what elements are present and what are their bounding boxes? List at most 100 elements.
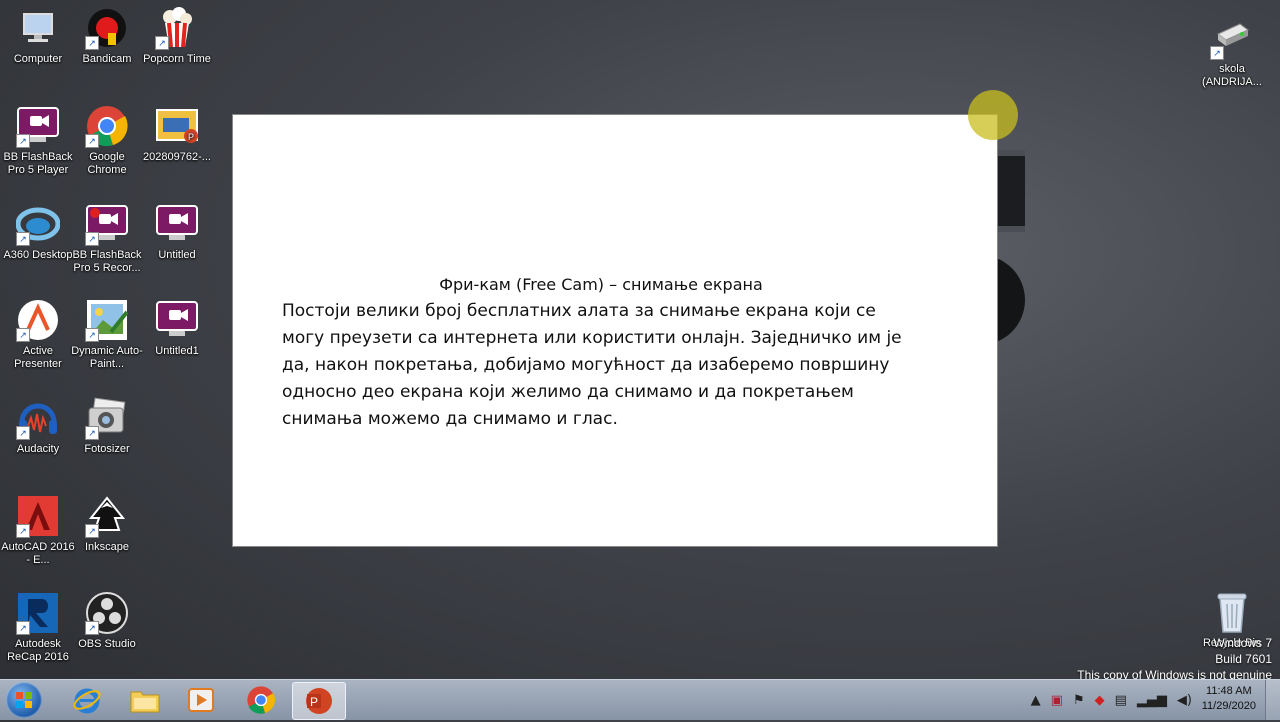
internet-explorer-icon	[73, 688, 101, 714]
icon-label: Dynamic Auto-Paint...	[71, 345, 143, 370]
shortcut-arrow-icon: ↗	[85, 134, 99, 148]
icon-label: Fotosizer	[84, 443, 130, 455]
system-tray: ▲ ▣ ⚑ ◆ ▤ ▂▄▆ ◀)	[1031, 686, 1192, 714]
watermark-build: Build 7601	[1215, 652, 1272, 666]
icon-label: Inkscape	[84, 541, 130, 553]
recap-icon: ↗	[16, 591, 60, 635]
desktop-icon-a360[interactable]: ↗ A360 Desktop	[0, 202, 76, 262]
icon-label: Untitled	[158, 249, 196, 261]
audacity-icon: ↗	[16, 396, 60, 440]
shortcut-arrow-icon: ↗	[1210, 46, 1224, 60]
svg-text:P: P	[188, 132, 194, 142]
icon-label: 202809762-...	[143, 151, 211, 163]
desktop-icon-flashback-player[interactable]: ↗ BB FlashBack Pro 5 Player	[0, 104, 76, 177]
chrome-icon: ↗	[85, 104, 129, 148]
computer-icon	[16, 6, 60, 50]
device-icon[interactable]: ▤	[1115, 693, 1127, 708]
windows-logo-icon	[16, 692, 32, 708]
network-drive-icon: ↗	[1210, 16, 1254, 60]
shortcut-arrow-icon: ↗	[85, 621, 99, 635]
icon-label: Computer	[13, 53, 63, 65]
flashback-file-icon	[155, 202, 199, 246]
presentation-slide[interactable]: Фри-кам (Free Cam) – снимање екрана Пост…	[232, 114, 998, 547]
shortcut-arrow-icon: ↗	[16, 524, 30, 538]
icon-label: A360 Desktop	[3, 249, 73, 261]
desktop-icon-active-presenter[interactable]: ↗ Active Presenter	[0, 298, 76, 371]
shortcut-arrow-icon: ↗	[85, 524, 99, 538]
taskbar-chrome[interactable]	[236, 682, 286, 718]
dynamic-autopainter-icon: ↗	[85, 298, 129, 342]
taskbar-file-explorer[interactable]	[120, 682, 170, 718]
popcorn-icon: ↗	[155, 6, 199, 50]
taskbar-powerpoint[interactable]: P	[292, 682, 346, 720]
desktop-icon-obs[interactable]: ↗ OBS Studio	[69, 591, 145, 651]
icon-label: BB FlashBack Pro 5 Recor...	[72, 249, 142, 274]
a360-icon: ↗	[16, 202, 60, 246]
flashback-player-icon: ↗	[16, 104, 60, 148]
taskbar-internet-explorer[interactable]	[62, 682, 112, 718]
shortcut-arrow-icon: ↗	[16, 426, 30, 440]
desktop-icon-autocad[interactable]: ↗ AutoCAD 2016 - E...	[0, 494, 76, 567]
antivirus-icon[interactable]: ◆	[1095, 693, 1105, 708]
svg-text:P: P	[310, 695, 318, 709]
desktop-icon-network-drive[interactable]: ↗ skola (ANDRIJA...	[1194, 16, 1270, 89]
start-button[interactable]	[6, 682, 42, 718]
fotosizer-icon: ↗	[85, 396, 129, 440]
desktop-icon-fotosizer[interactable]: ↗ Fotosizer	[69, 396, 145, 456]
slide-title: Фри-кам (Free Cam) – снимање екрана	[439, 275, 763, 294]
icon-label: Audacity	[16, 443, 60, 455]
taskbar-media-player[interactable]	[176, 682, 226, 718]
tray-app-icon[interactable]: ▣	[1051, 693, 1063, 708]
bandicam-icon: ↗	[85, 6, 129, 50]
desktop-icon-computer[interactable]: Computer	[0, 6, 76, 66]
icon-label: Untitled1	[155, 345, 199, 357]
desktop-icon-pptx-file[interactable]: P 202809762-...	[139, 104, 215, 164]
clock-date: 11/29/2020	[1201, 700, 1256, 712]
media-player-icon	[188, 688, 214, 712]
file-explorer-icon	[130, 691, 160, 713]
desktop-icon-audacity[interactable]: ↗ Audacity	[0, 396, 76, 456]
desktop-icon-google-chrome[interactable]: ↗ Google Chrome	[69, 104, 145, 177]
desktop-icon-untitled[interactable]: Untitled	[139, 202, 215, 262]
shortcut-arrow-icon: ↗	[16, 328, 30, 342]
network-icon[interactable]: ▂▄▆	[1137, 693, 1167, 708]
shortcut-arrow-icon: ↗	[16, 134, 30, 148]
desktop-icon-dynamic-autopainter[interactable]: ↗ Dynamic Auto-Paint...	[69, 298, 145, 371]
volume-icon[interactable]: ◀)	[1177, 693, 1192, 708]
icon-label: Google Chrome	[87, 151, 127, 176]
icon-label: AutoCAD 2016 - E...	[1, 541, 75, 566]
shortcut-arrow-icon: ↗	[85, 232, 99, 246]
desktop-icon-popcorn-time[interactable]: ↗ Popcorn Time	[139, 6, 215, 66]
cursor-highlight	[968, 90, 1018, 140]
shortcut-arrow-icon: ↗	[16, 232, 30, 246]
icon-label: Popcorn Time	[143, 53, 211, 65]
desktop-icon-flashback-recorder[interactable]: ↗ BB FlashBack Pro 5 Recor...	[69, 202, 145, 275]
desktop-icon-bandicam[interactable]: ↗ Bandicam	[69, 6, 145, 66]
shortcut-arrow-icon: ↗	[85, 36, 99, 50]
watermark-os-name: Windows 7	[1213, 636, 1272, 650]
taskbar-clock[interactable]: 11:48 AM 11/29/2020	[1202, 684, 1256, 714]
shortcut-arrow-icon: ↗	[16, 621, 30, 635]
activepresenter-icon: ↗	[16, 298, 60, 342]
autocad-icon: ↗	[16, 494, 60, 538]
icon-label: Autodesk ReCap 2016	[7, 638, 69, 663]
shortcut-arrow-icon: ↗	[85, 426, 99, 440]
desktop-icon-inkscape[interactable]: ↗ Inkscape	[69, 494, 145, 554]
chrome-icon	[247, 686, 276, 714]
desktop-icon-recap[interactable]: ↗ Autodesk ReCap 2016	[0, 591, 76, 664]
clock-time: 11:48 AM	[1206, 685, 1252, 697]
flashback-recorder-icon: ↗	[85, 202, 129, 246]
shortcut-arrow-icon: ↗	[155, 36, 169, 50]
icon-label: BB FlashBack Pro 5 Player	[3, 151, 73, 176]
recycle-bin-icon	[1210, 590, 1254, 634]
flashback-file-icon	[155, 298, 199, 342]
slide-body-text: Постоји велики број бесплатних алата за …	[282, 301, 902, 429]
inkscape-icon: ↗	[85, 494, 129, 538]
icon-label: OBS Studio	[78, 638, 136, 650]
taskbar: P ▲ ▣ ⚑ ◆ ▤ ▂▄▆ ◀) 11:48 AM 11/29/2020	[0, 679, 1280, 720]
show-desktop-button[interactable]	[1265, 680, 1280, 720]
show-hidden-icons-icon[interactable]: ▲	[1031, 693, 1041, 708]
desktop-icon-untitled1[interactable]: Untitled1	[139, 298, 215, 358]
action-center-flag-icon[interactable]: ⚑	[1073, 693, 1085, 708]
icon-label: Active Presenter	[14, 345, 62, 370]
